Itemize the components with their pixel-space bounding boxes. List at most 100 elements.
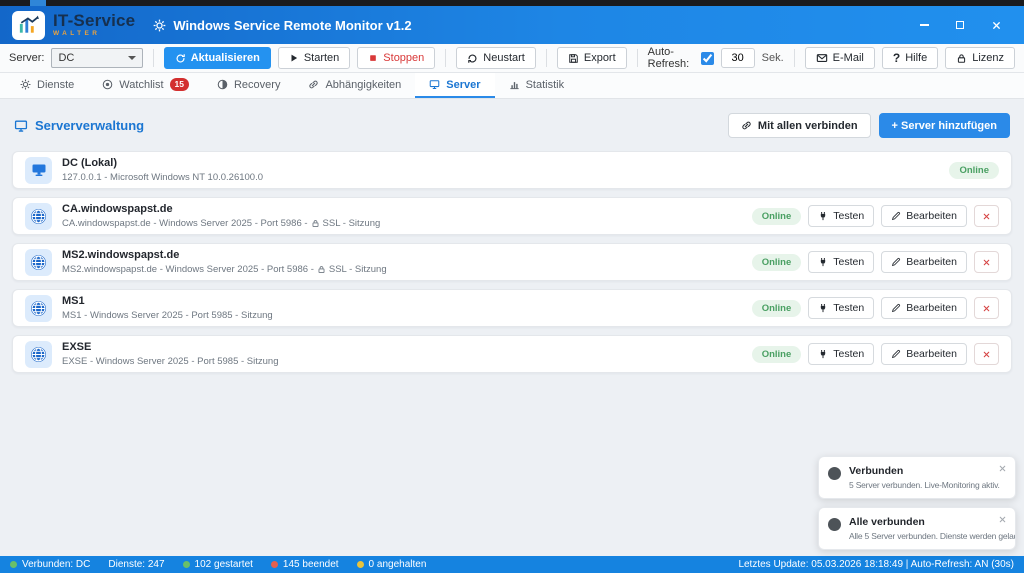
link-icon <box>741 120 752 131</box>
test-button-label: Testen <box>833 302 864 314</box>
header-actions: Mit allen verbinden + Server hinzufügen <box>728 113 1010 138</box>
toast-close-button[interactable] <box>998 515 1007 524</box>
server-select-label: Server: <box>9 52 44 64</box>
tab-statistik[interactable]: Statistik <box>495 73 579 98</box>
chart-icon <box>509 79 520 90</box>
pencil-icon <box>891 303 901 313</box>
tab-watchlist[interactable]: Watchlist 15 <box>88 73 203 98</box>
server-select[interactable]: DC <box>51 48 142 68</box>
edit-server-button[interactable]: Bearbeiten <box>881 297 967 319</box>
status-dot-icon <box>828 467 841 480</box>
status-badge: Online <box>752 254 802 271</box>
remove-server-button[interactable] <box>974 343 999 365</box>
stop-button[interactable]: Stoppen <box>357 47 435 69</box>
test-button-label: Testen <box>833 210 864 222</box>
logo-sub-text: WALTER <box>53 31 135 38</box>
server-info: MS2.windowspapst.de MS2.windowspapst.de … <box>62 249 387 275</box>
toast-title: Alle verbunden <box>849 516 1016 528</box>
tab-dienste[interactable]: Dienste <box>6 73 88 98</box>
tab-server[interactable]: Server <box>415 73 494 98</box>
server-select-value: DC <box>58 52 74 64</box>
server-row-dc[interactable]: DC (Lokal) 127.0.0.1 - Microsoft Windows… <box>12 151 1012 189</box>
status-stopped: 145 beendet <box>271 559 339 570</box>
edit-button-label: Bearbeiten <box>906 210 957 222</box>
test-server-button[interactable]: Testen <box>808 205 874 227</box>
toolbar-divider <box>445 49 446 67</box>
gear-icon <box>20 79 31 90</box>
server-row-ms2[interactable]: MS2.windowspapst.de MS2.windowspapst.de … <box>12 243 1012 281</box>
pencil-icon <box>891 257 901 267</box>
stop-button-label: Stoppen <box>383 52 424 64</box>
maximize-button[interactable] <box>954 19 966 31</box>
server-actions: Online Testen Bearbeiten <box>752 251 999 273</box>
server-meta: 127.0.0.1 - Microsoft Windows NT 10.0.26… <box>62 172 263 183</box>
close-button[interactable] <box>990 19 1002 31</box>
server-meta: CA.windowspapst.de - Windows Server 2025… <box>62 218 380 229</box>
tab-label: Statistik <box>526 79 565 91</box>
content-header: Serververwaltung Mit allen verbinden + S… <box>14 113 1010 138</box>
half-circle-icon <box>217 79 228 90</box>
interval-input[interactable] <box>721 48 755 68</box>
connect-all-button[interactable]: Mit allen verbinden <box>728 113 871 138</box>
minimize-button[interactable] <box>918 19 930 31</box>
server-info: DC (Lokal) 127.0.0.1 - Microsoft Windows… <box>62 157 263 183</box>
plug-icon <box>818 211 828 221</box>
edit-server-button[interactable]: Bearbeiten <box>881 343 967 365</box>
tab-abhaengigkeiten[interactable]: Abhängigkeiten <box>294 73 415 98</box>
close-icon <box>998 464 1007 473</box>
server-actions: Online Testen Bearbeiten <box>752 297 999 319</box>
edit-server-button[interactable]: Bearbeiten <box>881 251 967 273</box>
status-last-update: Letztes Update: 05.03.2026 18:18:49 | Au… <box>738 559 1014 570</box>
email-button[interactable]: E-Mail <box>805 47 875 69</box>
page-title: Serververwaltung <box>14 118 144 133</box>
server-row-ca[interactable]: CA.windowspapst.de CA.windowspapst.de - … <box>12 197 1012 235</box>
mail-icon <box>816 52 828 64</box>
server-name: EXSE <box>62 341 279 353</box>
titlebar: IT-Service WALTER Windows Service Remote… <box>0 6 1024 44</box>
globe-icon <box>30 346 47 363</box>
server-row-exse[interactable]: EXSE EXSE - Windows Server 2025 - Port 5… <box>12 335 1012 373</box>
help-button[interactable]: ? Hilfe <box>882 47 938 69</box>
refresh-button[interactable]: Aktualisieren <box>164 47 271 69</box>
refresh-button-label: Aktualisieren <box>191 52 260 64</box>
toolbar-divider <box>153 49 154 67</box>
server-icon-tile <box>25 203 52 230</box>
start-button-label: Starten <box>304 52 339 64</box>
remove-server-button[interactable] <box>974 297 999 319</box>
tab-recovery[interactable]: Recovery <box>203 73 294 98</box>
edit-server-button[interactable]: Bearbeiten <box>881 205 967 227</box>
export-button[interactable]: Export <box>557 47 627 69</box>
globe-icon <box>30 208 47 225</box>
server-row-ms1[interactable]: MS1 MS1 - Windows Server 2025 - Port 598… <box>12 289 1012 327</box>
toast-close-button[interactable] <box>998 464 1007 473</box>
server-actions: Online Testen Bearbeiten <box>752 205 999 227</box>
toolbar: Server: DC Aktualisieren Starten Stoppen… <box>0 44 1024 73</box>
x-icon <box>982 212 991 221</box>
toast-stack: Verbunden 5 Server verbunden. Live-Monit… <box>818 456 1016 550</box>
x-icon <box>982 304 991 313</box>
tab-label: Server <box>446 79 480 91</box>
window-controls <box>918 19 1012 31</box>
export-button-label: Export <box>584 52 616 64</box>
restart-button[interactable]: Neustart <box>456 47 536 69</box>
logo-chart-icon <box>18 14 40 36</box>
test-server-button[interactable]: Testen <box>808 297 874 319</box>
auto-refresh-checkbox[interactable] <box>701 52 714 65</box>
tab-bar: Dienste Watchlist 15 Recovery Abhängigke… <box>0 73 1024 99</box>
test-server-button[interactable]: Testen <box>808 251 874 273</box>
add-server-button[interactable]: + Server hinzufügen <box>879 113 1010 138</box>
connect-all-label: Mit allen verbinden <box>758 120 858 132</box>
remove-server-button[interactable] <box>974 251 999 273</box>
toast-alle-verbunden: Alle verbunden Alle 5 Server verbunden. … <box>818 507 1016 550</box>
pencil-icon <box>891 211 901 221</box>
tab-label: Recovery <box>234 79 280 91</box>
test-server-button[interactable]: Testen <box>808 343 874 365</box>
edit-button-label: Bearbeiten <box>906 348 957 360</box>
remove-server-button[interactable] <box>974 205 999 227</box>
status-connected: Verbunden: DC <box>10 559 90 570</box>
license-button[interactable]: Lizenz <box>945 47 1015 69</box>
lock-icon <box>956 53 967 64</box>
start-button[interactable]: Starten <box>278 47 350 69</box>
save-icon <box>568 53 579 64</box>
status-badge: Online <box>752 208 802 225</box>
